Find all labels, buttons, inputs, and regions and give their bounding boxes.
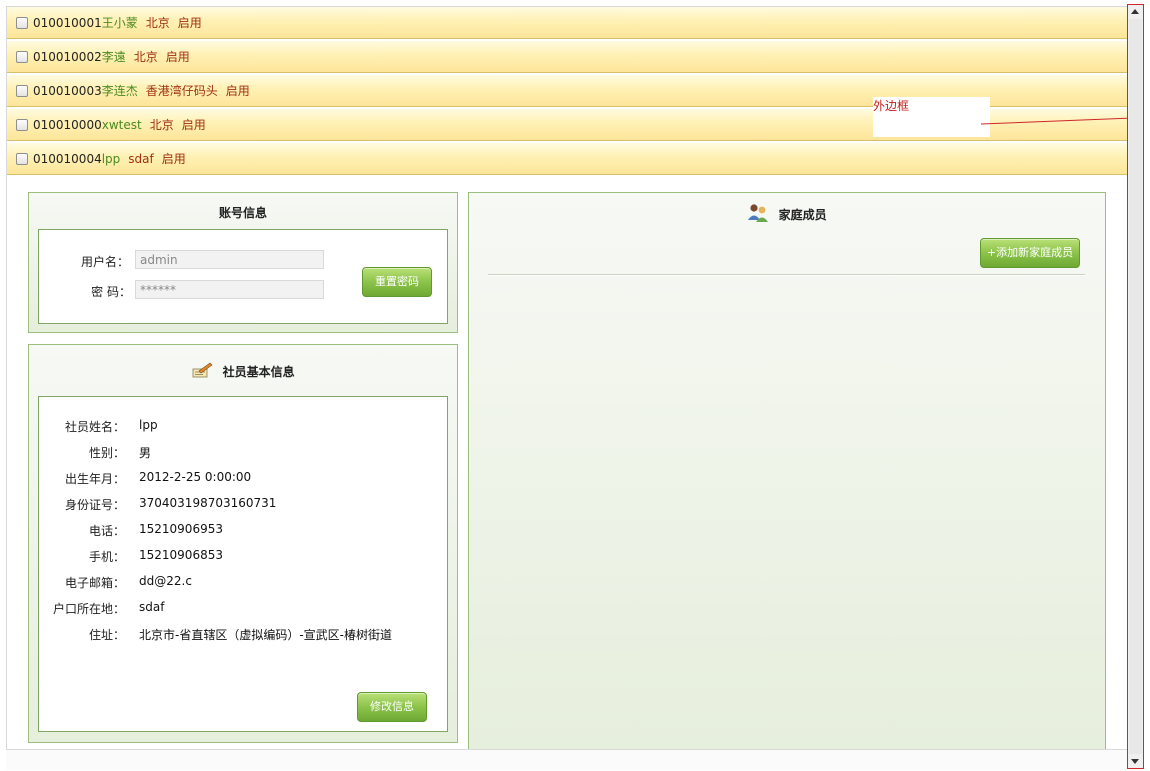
scroll-up-icon[interactable] [1131,9,1139,14]
horizontal-bottom-bar [6,749,1127,770]
scroll-track[interactable] [1129,19,1142,754]
annotation-arrow-line [980,117,1134,125]
vertical-scrollbar[interactable] [1127,4,1144,769]
scroll-down-icon[interactable] [1131,759,1139,764]
